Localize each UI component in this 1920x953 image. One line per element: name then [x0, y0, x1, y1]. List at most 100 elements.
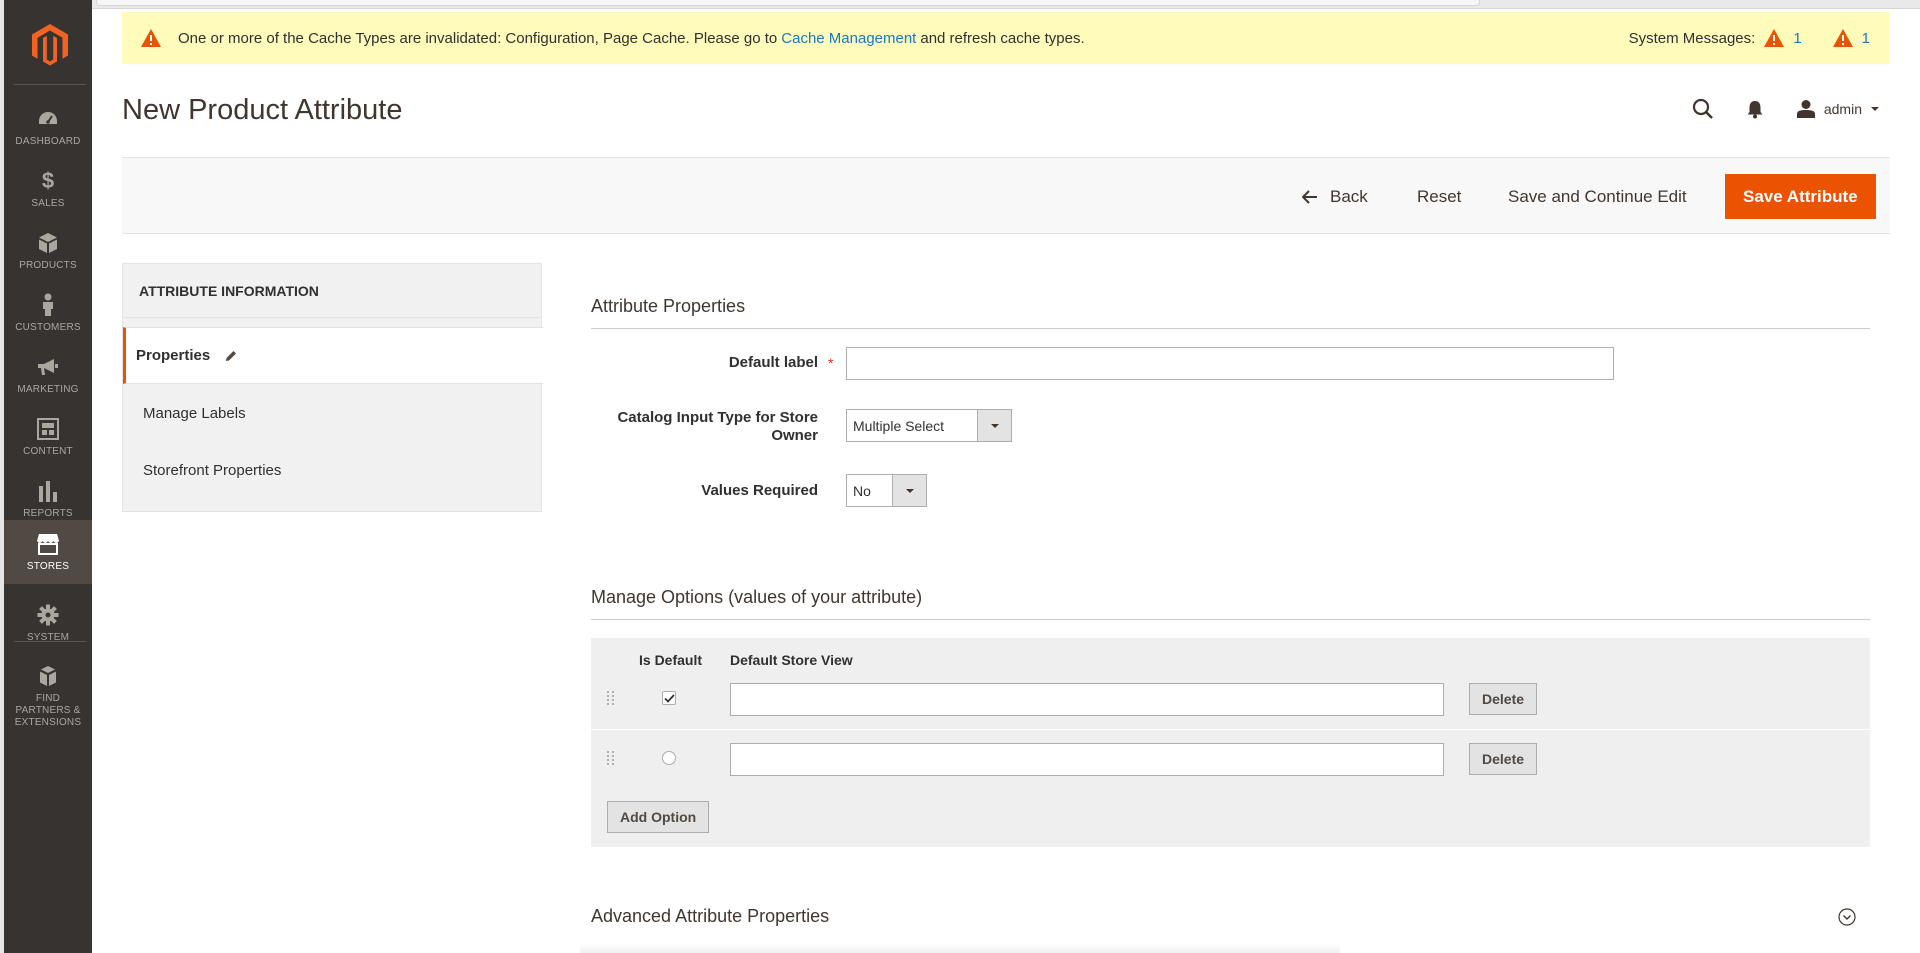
- section-divider: [591, 619, 1870, 620]
- user-icon: [1796, 99, 1816, 119]
- major-count[interactable]: 1: [1862, 30, 1870, 47]
- bar-chart-icon: [36, 479, 60, 503]
- sidebar-divider: [14, 84, 86, 85]
- is-default-checkbox[interactable]: [662, 691, 676, 705]
- catalog-input-type-select[interactable]: Multiple Select: [846, 409, 1012, 442]
- dashboard-icon: [36, 107, 60, 131]
- section-divider: [591, 328, 1870, 329]
- admin-sidebar: DASHBOARD $ SALES PRODUCTS CUSTOMERS MAR…: [0, 0, 92, 953]
- nav-dashboard[interactable]: DASHBOARD: [4, 95, 92, 157]
- sidebar-divider: [14, 641, 86, 642]
- nav-label: PRODUCTS: [19, 260, 77, 271]
- tabs-title: ATTRIBUTE INFORMATION: [123, 264, 541, 318]
- checkmark-icon: [663, 693, 675, 703]
- gear-icon: [36, 603, 60, 627]
- browser-top-strip: [0, 0, 1920, 9]
- nav-label: REPORTS: [23, 508, 73, 519]
- tab-label: Storefront Properties: [143, 462, 282, 479]
- bottom-shadow: [580, 944, 1340, 953]
- attribute-information-tabs: ATTRIBUTE INFORMATION Properties Manage …: [122, 263, 543, 512]
- advanced-attribute-properties-title[interactable]: Advanced Attribute Properties: [591, 906, 829, 927]
- is-default-radio[interactable]: [662, 751, 676, 765]
- nav-label: CONTENT: [23, 446, 73, 457]
- nav-label: CUSTOMERS: [15, 322, 81, 333]
- major-warning-icon[interactable]: [1832, 28, 1854, 48]
- save-and-continue-button[interactable]: Save and Continue Edit: [1508, 158, 1687, 235]
- megaphone-icon: [36, 355, 60, 379]
- chevron-down-circle-icon[interactable]: [1838, 908, 1856, 926]
- select-value: No: [853, 482, 871, 499]
- tab-storefront-properties[interactable]: Storefront Properties: [123, 442, 543, 499]
- select-value: Multiple Select: [853, 417, 945, 434]
- critical-count[interactable]: 1: [1793, 30, 1801, 47]
- nav-customers[interactable]: CUSTOMERS: [4, 281, 92, 343]
- critical-warning-icon[interactable]: [1763, 28, 1785, 48]
- page-actions-toolbar: Back Reset Save and Continue Edit Save A…: [122, 157, 1890, 234]
- person-icon: [36, 293, 60, 317]
- page-title: New Product Attribute: [122, 94, 403, 126]
- layout-icon: [36, 417, 60, 441]
- system-messages-label: System Messages:: [1628, 29, 1756, 47]
- chevron-down-icon: [1870, 106, 1880, 112]
- required-asterisk: *: [828, 355, 834, 371]
- tab-label: Properties: [136, 347, 211, 364]
- nav-system[interactable]: SYSTEM: [4, 591, 92, 653]
- delete-option-button[interactable]: Delete: [1469, 683, 1538, 715]
- tab-label: Manage Labels: [143, 405, 246, 422]
- nav-label: SYSTEM: [26, 632, 70, 643]
- nav-content[interactable]: CONTENT: [4, 405, 92, 467]
- row-divider: [591, 729, 1870, 730]
- caret-down-icon: [892, 475, 926, 506]
- option-value-input[interactable]: [730, 683, 1444, 716]
- nav-label: MARKETING: [17, 384, 79, 395]
- nav-label: FIND PARTNERS & EXTENSIONS: [14, 693, 82, 728]
- drag-handle-icon[interactable]: [607, 691, 615, 705]
- header-actions: admin: [1668, 92, 1880, 126]
- nav-products[interactable]: PRODUCTS: [4, 219, 92, 281]
- attribute-properties-title: Attribute Properties: [591, 296, 746, 316]
- user-name: admin: [1823, 101, 1862, 117]
- reset-button[interactable]: Reset: [1417, 158, 1461, 235]
- tab-properties[interactable]: Properties: [123, 327, 543, 384]
- dollar-icon: $: [41, 168, 55, 193]
- search-icon[interactable]: [1686, 92, 1720, 126]
- save-attribute-button[interactable]: Save Attribute: [1725, 174, 1876, 219]
- manage-options-table: Is Default Default Store View Delete Del…: [591, 638, 1870, 847]
- store-icon: [36, 532, 60, 556]
- add-option-button[interactable]: Add Option: [607, 801, 710, 833]
- system-message-text: One or more of the Cache Types are inval…: [178, 29, 778, 47]
- magento-logo-icon[interactable]: [30, 22, 70, 68]
- option-value-input[interactable]: [730, 743, 1444, 776]
- tab-manage-labels[interactable]: Manage Labels: [123, 385, 543, 442]
- warning-icon: [140, 28, 162, 48]
- cache-management-link[interactable]: Cache Management: [781, 30, 916, 47]
- system-message-bar: One or more of the Cache Types are inval…: [122, 12, 1890, 64]
- browser-tab-edge: [96, 0, 1480, 6]
- default-store-view-header: Default Store View: [730, 652, 853, 668]
- label-line-1: Catalog Input Type for Store: [617, 409, 818, 426]
- user-menu[interactable]: admin: [1796, 99, 1880, 119]
- back-button[interactable]: Back: [1302, 158, 1368, 235]
- box-icon: [36, 231, 60, 255]
- nav-marketing[interactable]: MARKETING: [4, 343, 92, 405]
- delete-option-button[interactable]: Delete: [1469, 743, 1538, 775]
- caret-down-icon: [977, 410, 1011, 441]
- nav-sales[interactable]: $ SALES: [4, 157, 92, 219]
- nav-find-partners[interactable]: FIND PARTNERS & EXTENSIONS: [4, 652, 92, 730]
- system-message-text-after: and refresh cache types.: [920, 29, 1085, 47]
- pencil-icon: [224, 349, 238, 363]
- manage-options-title: Manage Options (values of your attribute…: [591, 587, 923, 607]
- values-required-select[interactable]: No: [846, 474, 927, 507]
- default-label-label: Default label: [728, 354, 818, 371]
- drag-handle-icon[interactable]: [607, 751, 615, 765]
- values-required-label: Values Required: [701, 482, 818, 499]
- nav-label: DASHBOARD: [15, 136, 81, 147]
- nav-stores[interactable]: STORES: [4, 520, 92, 584]
- is-default-header: Is Default: [639, 652, 703, 668]
- default-label-input[interactable]: [846, 347, 1614, 380]
- system-messages-summary: System Messages: 1 1: [1629, 12, 1870, 64]
- bell-icon[interactable]: [1738, 92, 1772, 126]
- label-line-2: Owner: [771, 427, 818, 444]
- cubes-icon: [36, 664, 60, 688]
- back-label: Back: [1330, 186, 1368, 206]
